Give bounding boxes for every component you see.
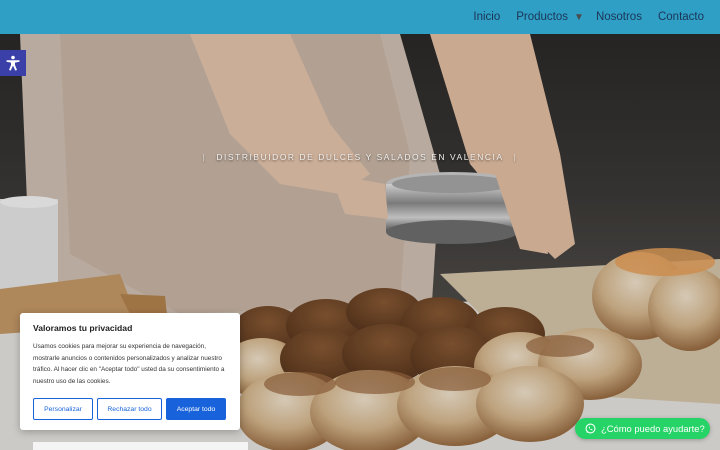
accept-all-button[interactable]: Aceptar todo — [166, 398, 226, 420]
accessibility-button[interactable] — [0, 50, 26, 76]
cookie-banner-title: Valoramos tu privacidad — [33, 323, 133, 333]
whatsapp-icon — [585, 423, 596, 434]
cookie-consent-banner: Valoramos tu privacidad Usamos cookies p… — [20, 313, 240, 430]
top-navigation-bar: Inicio Productos ▼ Nosotros Contacto — [0, 0, 720, 34]
tagline-text: DISTRIBUIDOR DE DULCES Y SALADOS EN VALE… — [216, 152, 504, 162]
cookie-banner-body: Usamos cookies para mejorar su experienc… — [33, 343, 225, 385]
chat-label: ¿Cómo puedo ayudarte? — [601, 423, 705, 434]
customize-button[interactable]: Personalizar — [33, 398, 93, 420]
dropdown-caret-icon[interactable]: ▼ — [574, 12, 584, 23]
nav-contacto-label: Contacto — [657, 11, 704, 23]
nav-item-contacto[interactable]: Contacto — [650, 11, 712, 23]
nav-inicio-label: Inicio — [473, 11, 501, 23]
hero-tagline: | DISTRIBUIDOR DE DULCES Y SALADOS EN VAL… — [0, 152, 720, 162]
nav-item-inicio[interactable]: Inicio — [465, 11, 508, 23]
tagline-separator-right: | — [513, 152, 518, 162]
whatsapp-chat-button[interactable]: ¿Cómo puedo ayudarte? — [575, 418, 710, 439]
reject-all-button[interactable]: Rechazar todo — [97, 398, 162, 420]
nav-productos-label: Productos — [516, 11, 569, 23]
nav-item-productos[interactable]: Productos ▼ — [508, 11, 588, 23]
page: Inicio Productos ▼ Nosotros Contacto | D… — [0, 0, 720, 450]
main-menu: Inicio Productos ▼ Nosotros Contacto — [465, 0, 712, 34]
tagline-separator-left: | — [202, 152, 207, 162]
content-section-edge — [33, 442, 248, 450]
accessibility-icon — [6, 55, 20, 71]
cookie-banner-buttons: Personalizar Rechazar todo Aceptar todo — [33, 398, 226, 420]
nav-nosotros-label: Nosotros — [595, 11, 642, 23]
nav-item-nosotros[interactable]: Nosotros — [588, 11, 650, 23]
